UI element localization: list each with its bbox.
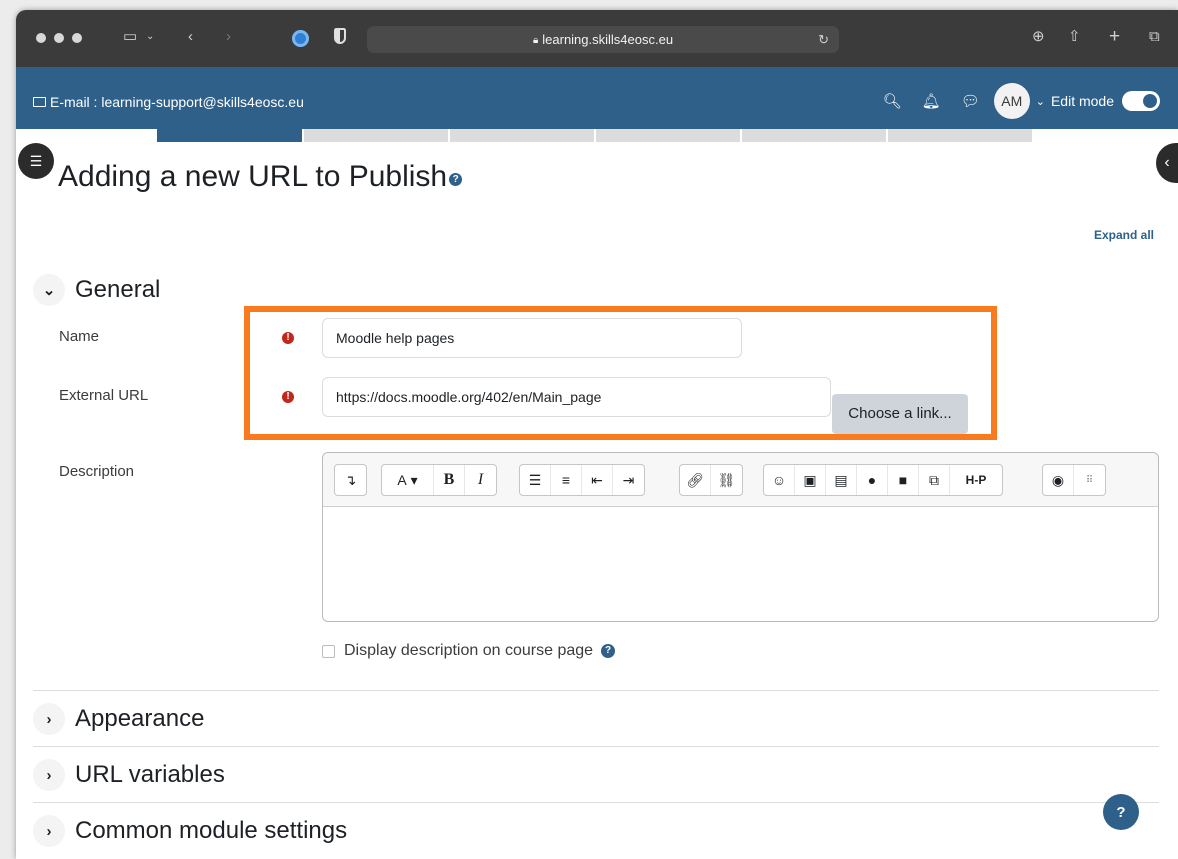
- course-tab[interactable]: [888, 129, 1032, 142]
- general-section-title: General: [75, 276, 161, 303]
- list-icon: ☰: [29, 152, 43, 169]
- new-tab-icon[interactable]: +: [1109, 27, 1120, 47]
- envelope-icon: [33, 97, 46, 107]
- course-tab[interactable]: [450, 129, 594, 142]
- section-divider: [33, 802, 1159, 803]
- forward-icon[interactable]: ›: [226, 27, 231, 47]
- minimize-window-button[interactable]: [54, 33, 64, 43]
- course-tab[interactable]: [304, 129, 448, 142]
- collapse-toolbar-icon[interactable]: ↴: [335, 465, 366, 495]
- toolbar-group: ↴: [334, 464, 367, 496]
- question-icon: ?: [1116, 803, 1126, 821]
- page-title-text: Adding a new URL to Publish: [58, 160, 448, 193]
- toolbar-group: A ▾ B I: [381, 464, 497, 496]
- site-navbar: E-mail : learning-support@skills4eosc.eu…: [16, 67, 1178, 129]
- page-title: Adding a new URL to Publish?: [58, 160, 463, 194]
- name-label: Name: [59, 328, 100, 345]
- chevron-right-icon[interactable]: ›: [33, 759, 65, 791]
- description-label: Description: [59, 463, 135, 480]
- manage-files-icon[interactable]: ⧉: [919, 465, 950, 495]
- italic-button[interactable]: I: [465, 465, 496, 495]
- unordered-list-icon[interactable]: ☰: [520, 465, 551, 495]
- reload-icon[interactable]: ↻: [818, 26, 829, 53]
- record-video-icon[interactable]: ■: [888, 465, 919, 495]
- toggle-knob: [1143, 94, 1157, 108]
- editor-toolbar: ↴ A ▾ B I ☰ ≡ ⇤ ⇥ 🔗︎ ⛓︎ ☺ ▣ ▤ ● ■ ⧉ H-P …: [323, 453, 1158, 507]
- appearance-section-header[interactable]: › Appearance: [33, 703, 204, 735]
- back-icon[interactable]: ‹: [188, 27, 193, 47]
- record-audio-icon[interactable]: ●: [857, 465, 888, 495]
- toolbar-group: 🔗︎ ⛓︎: [679, 464, 743, 496]
- ordered-list-icon[interactable]: ≡: [551, 465, 582, 495]
- user-avatar[interactable]: AM: [993, 83, 1030, 119]
- user-menu-chevron-icon[interactable]: ⌄: [1036, 95, 1045, 108]
- chevron-right-icon[interactable]: ›: [33, 815, 65, 847]
- floating-help-button[interactable]: ?: [1103, 794, 1139, 830]
- downloads-icon[interactable]: ⊕: [1032, 27, 1045, 47]
- course-tab-active[interactable]: [157, 129, 302, 142]
- media-icon[interactable]: ▤: [826, 465, 857, 495]
- url-variables-section-header[interactable]: › URL variables: [33, 759, 225, 791]
- browser-window: ▭ ⌄ ‹ › 🔒︎ learning.skills4eosc.eu ↻ ⊕ ⇧ …: [16, 10, 1178, 859]
- privacy-shield-icon[interactable]: [334, 28, 346, 44]
- zoom-window-button[interactable]: [72, 33, 82, 43]
- edit-mode-toggle[interactable]: [1122, 91, 1160, 111]
- common-module-settings-section-title: Common module settings: [75, 817, 348, 844]
- toolbar-group: ☰ ≡ ⇤ ⇥: [519, 464, 645, 496]
- font-style-label: A: [397, 472, 407, 488]
- section-divider: [33, 746, 1159, 747]
- lock-icon: 🔒︎: [532, 35, 539, 46]
- messages-icon[interactable]: 💬︎: [961, 92, 980, 110]
- highlight-box: [244, 306, 997, 440]
- course-tab[interactable]: [742, 129, 886, 142]
- url-text: learning.skills4eosc.eu: [542, 32, 674, 47]
- indent-icon[interactable]: ⇥: [613, 465, 644, 495]
- url-variables-section-title: URL variables: [75, 761, 225, 788]
- chevron-down-icon[interactable]: ⌄: [146, 27, 154, 47]
- display-description-checkbox[interactable]: [322, 644, 335, 658]
- expand-all-link[interactable]: Expand all: [1094, 228, 1154, 242]
- external-url-label: External URL: [59, 387, 149, 404]
- emoji-icon[interactable]: ☺: [764, 465, 795, 495]
- bold-button[interactable]: B: [434, 465, 465, 495]
- close-window-button[interactable]: [36, 33, 46, 43]
- edit-mode-label: Edit mode: [1050, 93, 1114, 109]
- tab-overview-icon[interactable]: ⧉: [1149, 27, 1160, 47]
- toolbar-group: ◉ ⠿: [1042, 464, 1106, 496]
- description-editor[interactable]: ↴ A ▾ B I ☰ ≡ ⇤ ⇥ 🔗︎ ⛓︎ ☺ ▣ ▤ ● ■ ⧉ H-P …: [322, 452, 1159, 622]
- extension-icon[interactable]: [292, 30, 309, 47]
- appearance-section-title: Appearance: [75, 705, 205, 732]
- chevron-left-icon: ‹: [1164, 154, 1170, 171]
- section-divider: [33, 690, 1159, 691]
- font-style-button[interactable]: A ▾: [382, 465, 434, 495]
- browser-toolbar: ▭ ⌄ ‹ › 🔒︎ learning.skills4eosc.eu ↻ ⊕ ⇧ …: [16, 10, 1178, 67]
- chevron-right-icon[interactable]: ›: [33, 703, 65, 735]
- h5p-button[interactable]: H-P: [950, 465, 1002, 495]
- sidebar-toggle-icon[interactable]: ▭: [123, 27, 137, 47]
- notifications-bell-icon[interactable]: 🔔︎: [922, 92, 941, 110]
- common-module-settings-section-header[interactable]: › Common module settings: [33, 815, 347, 847]
- link-icon[interactable]: 🔗︎: [680, 465, 711, 495]
- support-email[interactable]: E-mail : learning-support@skills4eosc.eu: [33, 94, 304, 110]
- unlink-icon[interactable]: ⛓︎: [711, 465, 742, 495]
- address-bar[interactable]: 🔒︎ learning.skills4eosc.eu ↻: [367, 26, 839, 53]
- navbar-actions: 🔍︎ 🔔︎ 💬︎ AM ⌄ Edit mode: [873, 83, 1160, 119]
- toolbar-group: ☺ ▣ ▤ ● ■ ⧉ H-P: [763, 464, 1003, 496]
- search-icon[interactable]: 🔍︎: [883, 92, 902, 110]
- share-icon[interactable]: ⇧: [1068, 27, 1081, 47]
- display-description-row: Display description on course page ?: [322, 642, 616, 660]
- accessibility-checker-icon[interactable]: ◉: [1043, 465, 1074, 495]
- chevron-down-icon[interactable]: ⌄: [33, 274, 65, 306]
- course-tab[interactable]: [596, 129, 740, 142]
- display-description-label: Display description on course page: [344, 642, 594, 659]
- screenreader-helper-icon[interactable]: ⠿: [1074, 465, 1105, 495]
- block-drawer-button[interactable]: ‹: [1156, 143, 1178, 183]
- image-icon[interactable]: ▣: [795, 465, 826, 495]
- outdent-icon[interactable]: ⇤: [582, 465, 613, 495]
- course-index-drawer-button[interactable]: ☰: [18, 143, 54, 179]
- support-email-text: E-mail : learning-support@skills4eosc.eu: [50, 94, 304, 110]
- general-section-header[interactable]: ⌄ General: [33, 274, 160, 306]
- help-icon[interactable]: ?: [601, 644, 616, 658]
- help-icon[interactable]: ?: [449, 173, 463, 186]
